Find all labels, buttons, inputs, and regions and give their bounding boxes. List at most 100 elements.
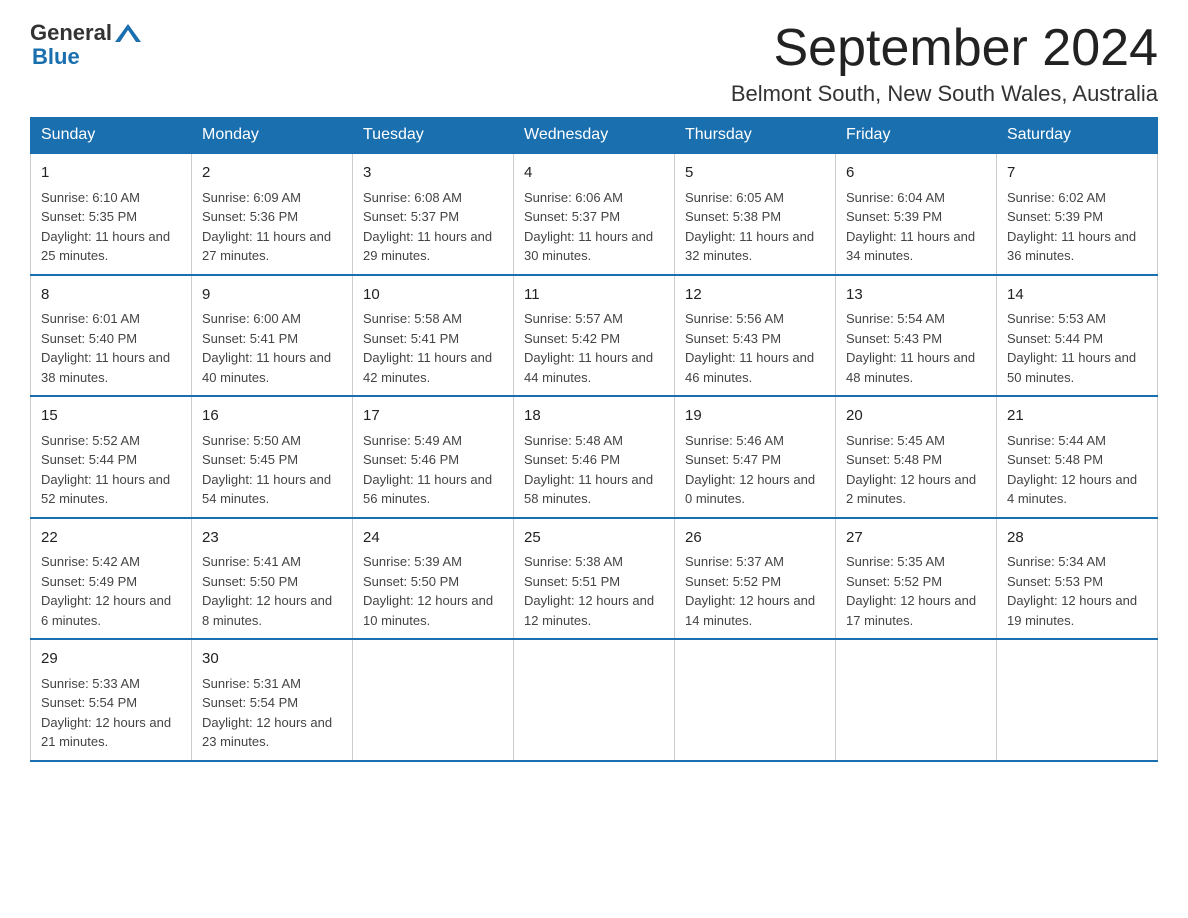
weekday-header-monday: Monday (192, 118, 353, 154)
day-number: 30 (202, 648, 342, 671)
day-number: 24 (363, 527, 503, 550)
calendar-day-cell (836, 639, 997, 761)
calendar-week-row: 22Sunrise: 5:42 AMSunset: 5:49 PMDayligh… (31, 518, 1158, 640)
day-info: Sunrise: 5:46 AMSunset: 5:47 PMDaylight:… (685, 431, 825, 509)
day-info: Sunrise: 5:57 AMSunset: 5:42 PMDaylight:… (524, 309, 664, 387)
day-info: Sunrise: 6:04 AMSunset: 5:39 PMDaylight:… (846, 188, 986, 266)
day-number: 16 (202, 405, 342, 428)
day-number: 9 (202, 284, 342, 307)
day-info: Sunrise: 5:35 AMSunset: 5:52 PMDaylight:… (846, 552, 986, 630)
day-info: Sunrise: 6:06 AMSunset: 5:37 PMDaylight:… (524, 188, 664, 266)
day-info: Sunrise: 5:38 AMSunset: 5:51 PMDaylight:… (524, 552, 664, 630)
logo: General Blue (30, 20, 142, 70)
calendar-day-cell: 2Sunrise: 6:09 AMSunset: 5:36 PMDaylight… (192, 153, 353, 275)
calendar-day-cell: 3 Sunrise: 6:08 AMSunset: 5:37 PMDaylight… (353, 153, 514, 275)
day-number: 20 (846, 405, 986, 428)
calendar-day-cell: 14Sunrise: 5:53 AMSunset: 5:44 PMDayligh… (997, 275, 1158, 397)
calendar-day-cell: 9Sunrise: 6:00 AMSunset: 5:41 PMDaylight… (192, 275, 353, 397)
day-info: Sunrise: 5:39 AMSunset: 5:50 PMDaylight:… (363, 552, 503, 630)
logo-blue-text: Blue (32, 44, 80, 69)
day-number: 21 (1007, 405, 1147, 428)
day-number: 14 (1007, 284, 1147, 307)
day-info: Sunrise: 5:54 AMSunset: 5:43 PMDaylight:… (846, 309, 986, 387)
day-number: 25 (524, 527, 664, 550)
calendar-day-cell: 27Sunrise: 5:35 AMSunset: 5:52 PMDayligh… (836, 518, 997, 640)
calendar-week-row: 8Sunrise: 6:01 AMSunset: 5:40 PMDaylight… (31, 275, 1158, 397)
day-info: Sunrise: 5:50 AMSunset: 5:45 PMDaylight:… (202, 431, 342, 509)
day-info: Sunrise: 5:45 AMSunset: 5:48 PMDaylight:… (846, 431, 986, 509)
day-number: 26 (685, 527, 825, 550)
title-section: September 2024 Belmont South, New South … (731, 20, 1158, 107)
calendar-day-cell: 13Sunrise: 5:54 AMSunset: 5:43 PMDayligh… (836, 275, 997, 397)
day-info: Sunrise: 5:37 AMSunset: 5:52 PMDaylight:… (685, 552, 825, 630)
day-number: 10 (363, 284, 503, 307)
weekday-header-saturday: Saturday (997, 118, 1158, 154)
weekday-header-tuesday: Tuesday (353, 118, 514, 154)
calendar-day-cell: 17Sunrise: 5:49 AMSunset: 5:46 PMDayligh… (353, 396, 514, 518)
logo-general-text: General (30, 20, 112, 46)
day-number: 12 (685, 284, 825, 307)
calendar-day-cell: 25Sunrise: 5:38 AMSunset: 5:51 PMDayligh… (514, 518, 675, 640)
day-number: 4 (524, 162, 664, 185)
day-info: Sunrise: 5:34 AMSunset: 5:53 PMDaylight:… (1007, 552, 1147, 630)
day-info: Sunrise: 5:49 AMSunset: 5:46 PMDaylight:… (363, 431, 503, 509)
logo-triangle-icon (114, 22, 142, 44)
day-info: Sunrise: 6:00 AMSunset: 5:41 PMDaylight:… (202, 309, 342, 387)
day-number: 8 (41, 284, 181, 307)
calendar-day-cell: 29 Sunrise: 5:33 AMSunset: 5:54 PMDayligh… (31, 639, 192, 761)
day-number: 15 (41, 405, 181, 428)
calendar-day-cell: 7 Sunrise: 6:02 AMSunset: 5:39 PMDaylight… (997, 153, 1158, 275)
weekday-header-wednesday: Wednesday (514, 118, 675, 154)
calendar-day-cell: 30 Sunrise: 5:31 AMSunset: 5:54 PMDayligh… (192, 639, 353, 761)
calendar-table: SundayMondayTuesdayWednesdayThursdayFrid… (30, 117, 1158, 762)
calendar-day-cell: 26Sunrise: 5:37 AMSunset: 5:52 PMDayligh… (675, 518, 836, 640)
calendar-day-cell: 5Sunrise: 6:05 AMSunset: 5:38 PMDaylight… (675, 153, 836, 275)
calendar-day-cell (675, 639, 836, 761)
calendar-day-cell: 4 Sunrise: 6:06 AMSunset: 5:37 PMDaylight… (514, 153, 675, 275)
calendar-day-cell: 19 Sunrise: 5:46 AMSunset: 5:47 PMDayligh… (675, 396, 836, 518)
day-info: Sunrise: 6:09 AMSunset: 5:36 PMDaylight:… (202, 188, 342, 266)
day-info: Sunrise: 6:02 AMSunset: 5:39 PMDaylight:… (1007, 188, 1147, 266)
day-info: Sunrise: 5:31 AMSunset: 5:54 PMDaylight:… (202, 674, 342, 752)
day-info: Sunrise: 5:56 AMSunset: 5:43 PMDaylight:… (685, 309, 825, 387)
day-number: 11 (524, 284, 664, 307)
weekday-header-friday: Friday (836, 118, 997, 154)
day-number: 23 (202, 527, 342, 550)
weekday-header-sunday: Sunday (31, 118, 192, 154)
day-number: 18 (524, 405, 664, 428)
page-header: General Blue September 2024 Belmont Sout… (30, 20, 1158, 107)
day-info: Sunrise: 5:41 AMSunset: 5:50 PMDaylight:… (202, 552, 342, 630)
day-info: Sunrise: 5:58 AMSunset: 5:41 PMDaylight:… (363, 309, 503, 387)
day-info: Sunrise: 6:01 AMSunset: 5:40 PMDaylight:… (41, 309, 181, 387)
day-info: Sunrise: 5:33 AMSunset: 5:54 PMDaylight:… (41, 674, 181, 752)
calendar-header-row: SundayMondayTuesdayWednesdayThursdayFrid… (31, 118, 1158, 154)
day-number: 19 (685, 405, 825, 428)
month-title: September 2024 (731, 20, 1158, 77)
day-number: 3 (363, 162, 503, 185)
calendar-week-row: 29 Sunrise: 5:33 AMSunset: 5:54 PMDayligh… (31, 639, 1158, 761)
calendar-week-row: 15Sunrise: 5:52 AMSunset: 5:44 PMDayligh… (31, 396, 1158, 518)
calendar-day-cell: 11Sunrise: 5:57 AMSunset: 5:42 PMDayligh… (514, 275, 675, 397)
calendar-week-row: 1 Sunrise: 6:10 AMSunset: 5:35 PMDaylight… (31, 153, 1158, 275)
day-number: 29 (41, 648, 181, 671)
calendar-day-cell: 16 Sunrise: 5:50 AMSunset: 5:45 PMDayligh… (192, 396, 353, 518)
calendar-day-cell (353, 639, 514, 761)
day-info: Sunrise: 6:05 AMSunset: 5:38 PMDaylight:… (685, 188, 825, 266)
day-number: 22 (41, 527, 181, 550)
day-info: Sunrise: 5:42 AMSunset: 5:49 PMDaylight:… (41, 552, 181, 630)
calendar-day-cell: 24Sunrise: 5:39 AMSunset: 5:50 PMDayligh… (353, 518, 514, 640)
day-number: 28 (1007, 527, 1147, 550)
calendar-day-cell: 18Sunrise: 5:48 AMSunset: 5:46 PMDayligh… (514, 396, 675, 518)
calendar-day-cell: 21Sunrise: 5:44 AMSunset: 5:48 PMDayligh… (997, 396, 1158, 518)
calendar-day-cell: 28Sunrise: 5:34 AMSunset: 5:53 PMDayligh… (997, 518, 1158, 640)
day-number: 13 (846, 284, 986, 307)
calendar-day-cell: 20 Sunrise: 5:45 AMSunset: 5:48 PMDayligh… (836, 396, 997, 518)
weekday-header-thursday: Thursday (675, 118, 836, 154)
calendar-day-cell: 6Sunrise: 6:04 AMSunset: 5:39 PMDaylight… (836, 153, 997, 275)
day-number: 1 (41, 162, 181, 185)
day-number: 7 (1007, 162, 1147, 185)
day-info: Sunrise: 6:08 AMSunset: 5:37 PMDaylight:… (363, 188, 503, 266)
day-info: Sunrise: 6:10 AMSunset: 5:35 PMDaylight:… (41, 188, 181, 266)
calendar-day-cell: 10Sunrise: 5:58 AMSunset: 5:41 PMDayligh… (353, 275, 514, 397)
location-title: Belmont South, New South Wales, Australi… (731, 81, 1158, 107)
